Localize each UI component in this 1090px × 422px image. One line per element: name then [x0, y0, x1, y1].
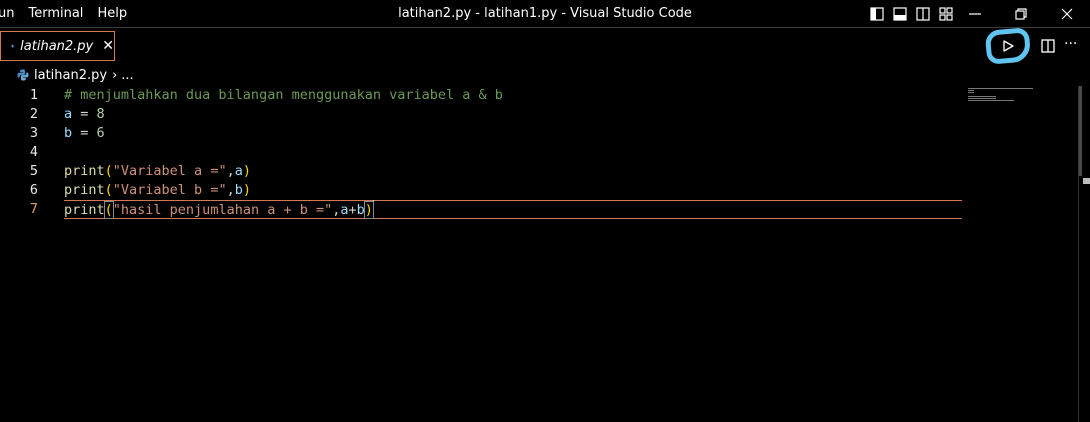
- code-token: b: [234, 182, 243, 198]
- line-number: 6: [29, 182, 38, 198]
- minimize-button[interactable]: [952, 0, 998, 28]
- code-token: "hasil penjumlahan a + b =": [112, 202, 333, 218]
- code-token: =: [72, 125, 97, 141]
- line-number: 7: [29, 201, 38, 217]
- code-token: =: [72, 106, 97, 122]
- code-token: "Variabel b =": [112, 182, 227, 198]
- code-token: ,: [226, 182, 235, 198]
- breadcrumb: latihan2.py › ...: [0, 64, 1090, 86]
- toggle-panel-icon[interactable]: [893, 6, 909, 22]
- code-text: print("Variabel a =",a): [64, 162, 251, 181]
- minimap-line: [968, 90, 974, 91]
- restore-button[interactable]: [998, 0, 1044, 28]
- window-controls: [952, 0, 1090, 28]
- code-line[interactable]: 5 print("Variabel a =",a): [0, 162, 962, 181]
- code-line[interactable]: 3 b = 6: [0, 124, 962, 143]
- code-line[interactable]: 2 a = 8: [0, 105, 962, 124]
- code-text: a = 8: [64, 105, 105, 124]
- tab-close-icon[interactable]: ✕: [102, 39, 114, 53]
- breadcrumb-symbols[interactable]: ...: [121, 68, 133, 83]
- minimap[interactable]: [968, 88, 1038, 101]
- toggle-secondary-sidebar-icon[interactable]: [916, 6, 932, 22]
- code-token: (: [104, 182, 113, 198]
- minimize-icon: [969, 13, 981, 15]
- restore-icon: [1015, 8, 1027, 20]
- line-number: 1: [29, 87, 38, 103]
- minimap-line: [968, 88, 1033, 89]
- line-number: 4: [29, 144, 38, 160]
- code-editor[interactable]: 1 # menjumlahkan dua bilangan menggunakan…: [0, 86, 1090, 422]
- tabs-row: latihan2.py ✕ ···: [0, 27, 1090, 65]
- code-line[interactable]: 7 print("hasil penjumlahan a + b =",a+b): [0, 200, 962, 219]
- minimap-line: [968, 92, 974, 93]
- python-icon: [11, 44, 15, 48]
- code-token: print: [64, 202, 105, 218]
- text-cursor: [372, 200, 374, 217]
- run-icon: [1003, 40, 1014, 52]
- breadcrumb-file[interactable]: latihan2.py: [34, 68, 107, 83]
- menu-run[interactable]: un: [0, 0, 14, 28]
- code-text: # menjumlahkan dua bilangan menggunakan …: [64, 86, 503, 105]
- code-token: (: [104, 163, 113, 179]
- code-token: print: [64, 163, 105, 179]
- more-actions-button[interactable]: ···: [1064, 36, 1084, 52]
- minimap-line: [968, 98, 996, 99]
- toggle-primary-sidebar-icon[interactable]: [870, 6, 886, 22]
- code-token: ): [242, 182, 251, 198]
- code-token: 6: [96, 125, 105, 141]
- title-bar: un Terminal Help latihan2.py - latihan1.…: [0, 0, 1090, 28]
- code-line[interactable]: 1 # menjumlahkan dua bilangan menggunakan…: [0, 86, 962, 105]
- code-token: b: [356, 202, 365, 218]
- code-token: "Variabel a =": [112, 163, 227, 179]
- code-line[interactable]: 4: [0, 143, 962, 162]
- code-token: ,: [226, 163, 235, 179]
- close-window-button[interactable]: [1044, 0, 1090, 28]
- minimap-line: [968, 96, 996, 97]
- code-line[interactable]: 6 print("Variabel b =",b): [0, 181, 962, 200]
- python-icon: [17, 69, 29, 81]
- line-number: 2: [29, 106, 38, 122]
- code-token: a: [234, 163, 243, 179]
- code-token: print: [64, 182, 105, 198]
- menu-bar: un Terminal Help: [0, 0, 141, 28]
- code-token: ): [242, 163, 251, 179]
- menu-terminal[interactable]: Terminal: [28, 0, 83, 28]
- code-token: ): [363, 201, 374, 219]
- code-text: print("hasil penjumlahan a + b =",a+b): [64, 200, 374, 220]
- code-token: b: [64, 125, 73, 141]
- code-text: b = 6: [64, 124, 105, 143]
- code-token: +: [348, 202, 357, 218]
- code-token: a: [64, 106, 73, 122]
- chevron-right-icon: ›: [112, 67, 118, 83]
- code-token: 8: [96, 106, 105, 122]
- split-editor-button[interactable]: [1040, 38, 1056, 54]
- line-number: 3: [29, 125, 38, 141]
- split-editor-icon: [1041, 39, 1055, 53]
- line-number: 5: [29, 163, 38, 179]
- tab-label: latihan2.py: [20, 38, 94, 54]
- code-token: a: [340, 202, 349, 218]
- run-python-file-button[interactable]: [1000, 38, 1016, 54]
- close-icon: [1061, 8, 1073, 20]
- menu-help[interactable]: Help: [97, 0, 127, 28]
- code-token: (: [103, 201, 114, 219]
- layout-controls: [870, 6, 962, 22]
- scrollbar-thumb[interactable]: [1079, 86, 1082, 176]
- code-token: # menjumlahkan dua bilangan menggunakan …: [64, 87, 503, 103]
- code-text: print("Variabel b =",b): [64, 181, 251, 200]
- minimap-line: [968, 100, 1014, 101]
- scrollbar-cursor-marker: [1083, 178, 1090, 184]
- tab-latihan2[interactable]: latihan2.py ✕: [0, 31, 115, 61]
